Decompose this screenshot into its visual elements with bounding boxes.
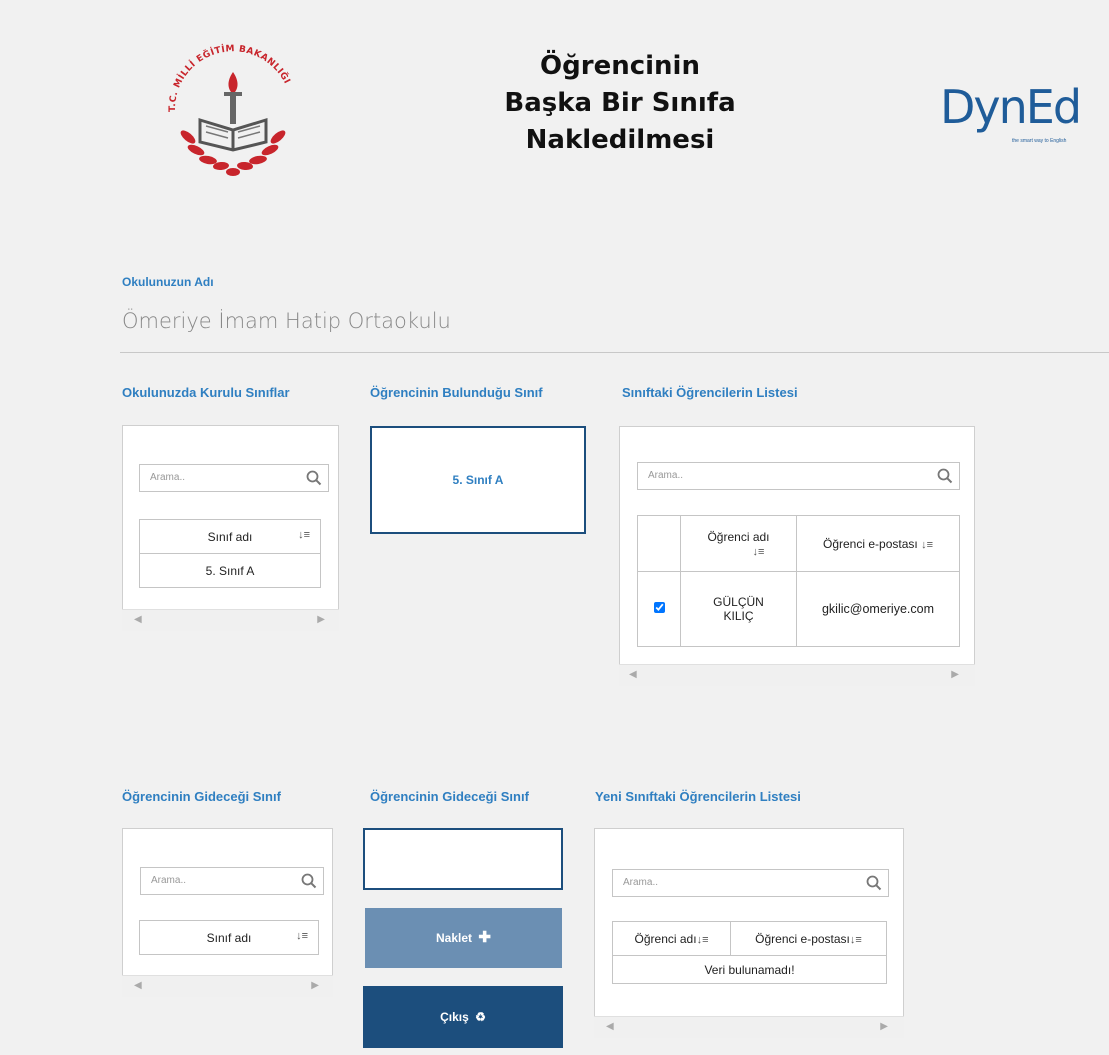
new-student-email-column-header[interactable]: Öğrenci e-postası↓≡ [730,921,887,956]
target-classes-panel: Sınıf adı ↓≡ [122,828,333,975]
cikis-button-label: Çıkış [440,1010,469,1024]
target-classes-search-input[interactable] [151,875,271,886]
target-class-label: Öğrencinin Gideceği Sınıf [370,789,529,804]
scroll-left-icon[interactable]: ◀ [629,669,637,680]
classes-column-label: Sınıf adı [207,529,253,544]
page-title-line-3: Nakledilmesi [525,125,715,155]
search-icon[interactable] [937,468,953,484]
student-email-column-header[interactable]: Öğrenci e-postası ↓≡ [796,515,960,572]
student-select-cell[interactable] [637,571,681,647]
sort-icon[interactable]: ↓≡ [296,930,308,942]
meb-logo-icon: T.C. MİLLİ EĞİTİM BAKANLIĞI [158,42,308,192]
search-icon[interactable] [306,470,322,486]
classes-panel: Sınıf adı ↓≡ 5. Sınıf A [122,425,339,609]
naklet-button-label: Naklet [436,931,473,945]
select-column-header [637,515,681,572]
new-students-table: Öğrenci adı↓≡ Öğrenci e-postası↓≡ Veri b… [612,921,887,984]
student-email-cell: gkilic@omeriye.com [796,571,960,647]
classes-table: Sınıf adı ↓≡ 5. Sınıf A [139,519,321,588]
search-icon[interactable] [866,875,882,891]
new-students-search[interactable] [612,869,889,897]
dyned-logo: DynEd the smart way to English [940,84,1100,154]
student-email-column-label: Öğrenci e-postası [823,536,918,551]
students-scrollbar[interactable]: ◀ ▶ [619,664,975,686]
divider [120,352,1109,353]
table-row[interactable]: 5. Sınıf A [139,553,321,588]
scroll-right-icon[interactable]: ▶ [951,669,959,680]
target-classes-label: Öğrencinin Gideceği Sınıf [122,789,281,804]
students-table: Öğrenci adı ↓≡ Öğrenci e-postası ↓≡ GÜLÇ… [637,515,960,647]
scroll-right-icon[interactable]: ▶ [311,980,319,991]
school-name: Ömeriye İmam Hatip Ortaokulu [122,309,451,333]
page-title-line-2: Başka Bir Sınıfa [504,88,736,118]
new-students-search-input[interactable] [623,877,743,888]
current-class-box: 5. Sınıf A [370,426,586,534]
classes-search[interactable] [139,464,329,492]
search-icon[interactable] [301,873,317,889]
student-name-column-header[interactable]: Öğrenci adı ↓≡ [680,515,797,572]
scroll-left-icon[interactable]: ◀ [606,1021,614,1032]
students-search-input[interactable] [648,470,768,481]
classes-label: Okulunuzda Kurulu Sınıflar [122,385,290,400]
student-name-column-label: Öğrenci adı [707,529,770,544]
new-student-name-column-header[interactable]: Öğrenci adı↓≡ [612,921,731,956]
new-students-label: Yeni Sınıftaki Öğrencilerin Listesi [595,789,801,804]
classes-scrollbar[interactable]: ◀ ▶ [122,609,339,631]
target-class-box [363,828,563,890]
exit-icon: ♻ [475,1010,486,1024]
student-name-line-2: KILIÇ [723,609,754,623]
sort-icon[interactable]: ↓≡ [697,934,709,946]
classes-search-input[interactable] [150,472,270,483]
classes-column-header[interactable]: Sınıf adı ↓≡ [139,519,321,554]
current-class-label: Öğrencinin Bulunduğu Sınıf [370,385,543,400]
school-label: Okulunuzun Adı [122,275,214,289]
scroll-left-icon[interactable]: ◀ [134,614,142,625]
new-students-panel: Öğrenci adı↓≡ Öğrenci e-postası↓≡ Veri b… [594,828,904,1016]
scroll-left-icon[interactable]: ◀ [134,980,142,991]
target-classes-column-label: Sınıf adı [206,930,252,945]
new-student-name-column-label: Öğrenci adı [634,931,697,946]
target-classes-column-header[interactable]: Sınıf adı ↓≡ [139,920,319,955]
dyned-logo-text: DynEd [940,80,1082,134]
dyned-logo-tagline: the smart way to English [1012,138,1067,144]
scroll-right-icon[interactable]: ▶ [880,1021,888,1032]
students-label: Sınıftaki Öğrencilerin Listesi [622,385,798,400]
student-name-cell: GÜLÇÜN KILIÇ [680,571,797,647]
sort-icon[interactable]: ↓≡ [921,539,933,551]
plus-icon: ✚ [478,929,491,946]
new-students-scrollbar[interactable]: ◀ ▶ [594,1016,904,1038]
target-classes-scrollbar[interactable]: ◀ ▶ [122,975,333,997]
sort-icon[interactable]: ↓≡ [753,546,765,558]
cikis-button[interactable]: Çıkış ♻ [363,986,563,1048]
naklet-button[interactable]: Naklet ✚ [365,908,562,968]
empty-message: Veri bulunamadı! [612,955,887,984]
sort-icon[interactable]: ↓≡ [298,529,310,541]
scroll-right-icon[interactable]: ▶ [317,614,325,625]
new-student-email-column-label: Öğrenci e-postası [755,931,850,946]
students-panel: Öğrenci adı ↓≡ Öğrenci e-postası ↓≡ GÜLÇ… [619,426,975,664]
student-name-line-1: GÜLÇÜN [713,595,764,609]
page-title: Öğrencinin Başka Bir Sınıfa Nakledilmesi [470,48,770,159]
students-search[interactable] [637,462,960,490]
student-select-checkbox[interactable] [653,602,665,613]
table-row[interactable]: GÜLÇÜN KILIÇ gkilic@omeriye.com [637,571,960,647]
target-classes-search[interactable] [140,867,324,895]
page-title-line-1: Öğrencinin [540,51,700,81]
target-classes-table: Sınıf adı ↓≡ [139,920,319,955]
sort-icon[interactable]: ↓≡ [850,934,862,946]
